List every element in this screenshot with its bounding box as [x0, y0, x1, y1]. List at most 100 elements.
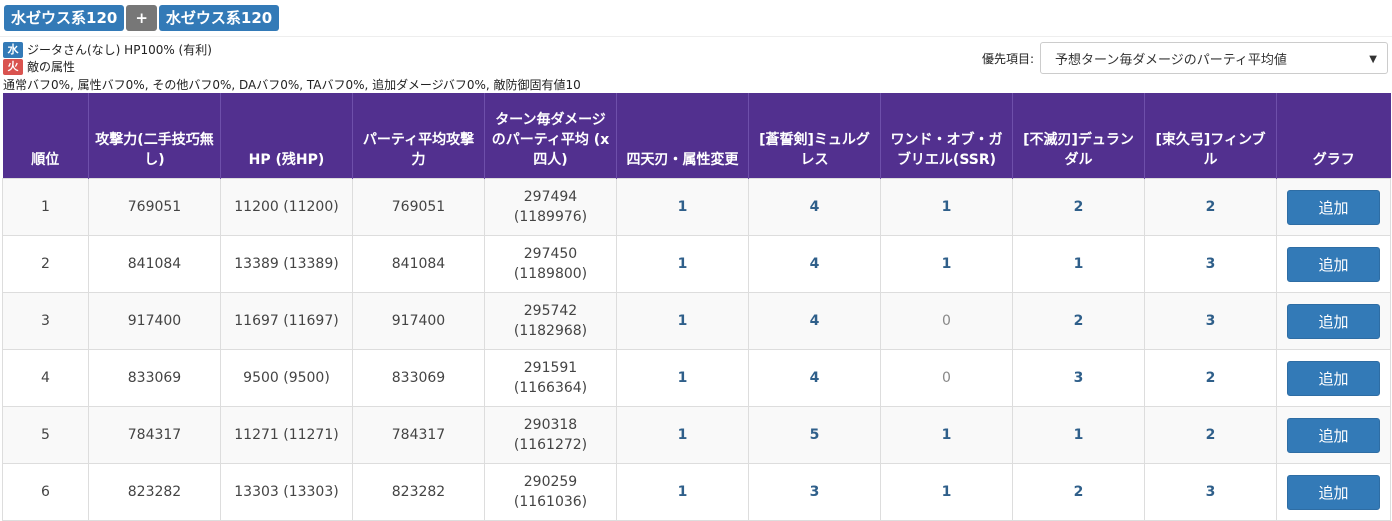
- table-row: 1 769051 11200 (11200) 769051 297494 (1189976…: [2, 178, 1391, 236]
- weapon-2-count: 5: [748, 406, 881, 464]
- attack-cell: 833069: [88, 349, 221, 407]
- header-rank[interactable]: 順位: [2, 93, 89, 179]
- enemy-row: 火 敵の属性: [3, 58, 212, 75]
- turn-damage-value: 291591: [523, 360, 578, 376]
- weapon-4-count: 2: [1012, 178, 1145, 236]
- rank-cell: 5: [2, 406, 89, 464]
- hp-cell: 13389 (13389): [220, 235, 353, 293]
- turn-damage-value: 295742: [523, 303, 578, 319]
- add-graph-button[interactable]: 追加: [1287, 360, 1380, 396]
- party-attack-cell: 833069: [352, 349, 485, 407]
- turn-damage-x4-value: (1189800): [513, 266, 588, 282]
- divider: [0, 36, 1392, 37]
- party-attack-cell: 769051: [352, 178, 485, 236]
- priority-control: 優先項目: 予想ターン毎ダメージのパーティ平均値 ▼: [982, 42, 1388, 74]
- turn-damage-value: 297494: [523, 189, 578, 205]
- weapon-3-count: 0: [880, 349, 1013, 407]
- rank-cell: 2: [2, 235, 89, 293]
- turn-damage-cell: 290259 (1161036): [484, 463, 617, 521]
- chevron-down-icon: ▼: [1369, 54, 1377, 65]
- hp-cell: 13303 (13303): [220, 463, 353, 521]
- attack-cell: 841084: [88, 235, 221, 293]
- condition-info: 水 ジータさん(なし) HP100% (有利) 火 敵の属性: [3, 41, 212, 75]
- summon-bar: 水ゼウス系120 + 水ゼウス系120: [4, 5, 280, 31]
- weapon-5-count: 3: [1144, 292, 1277, 350]
- party-attack-cell: 784317: [352, 406, 485, 464]
- turn-damage-x4-value: (1161272): [513, 437, 588, 453]
- table-header-row: 順位 攻撃力(二手技巧無し) HP (残HP) パーティ平均攻撃力 ターン毎ダメ…: [2, 93, 1391, 179]
- turn-damage-cell: 291591 (1166364): [484, 349, 617, 407]
- turn-damage-cell: 297450 (1189800): [484, 235, 617, 293]
- rank-cell: 6: [2, 463, 89, 521]
- add-graph-button[interactable]: 追加: [1287, 189, 1380, 225]
- weapon-3-count: 1: [880, 178, 1013, 236]
- weapon-1-count: 1: [616, 349, 749, 407]
- weapon-1-count: 1: [616, 235, 749, 293]
- weapon-1-count: 1: [616, 406, 749, 464]
- graph-cell: 追加: [1276, 178, 1391, 236]
- header-hp[interactable]: HP (残HP): [220, 93, 353, 179]
- enemy-text: 敵の属性: [27, 59, 76, 74]
- weapon-3-count: 1: [880, 406, 1013, 464]
- header-attack[interactable]: 攻撃力(二手技巧無し): [88, 93, 221, 179]
- turn-damage-x4-value: (1189976): [513, 209, 588, 225]
- priority-label: 優先項目:: [981, 51, 1034, 66]
- table-row: 5 784317 11271 (11271) 784317 290318 (1161272…: [2, 406, 1391, 464]
- add-graph-button[interactable]: 追加: [1287, 474, 1380, 510]
- weapon-2-count: 4: [748, 292, 881, 350]
- hp-cell: 11697 (11697): [220, 292, 353, 350]
- weapon-5-count: 2: [1144, 406, 1277, 464]
- weapon-4-count: 1: [1012, 235, 1145, 293]
- header-weapon-5[interactable]: [束久弓]フィンブル: [1144, 93, 1277, 179]
- table-row: 2 841084 13389 (13389) 841084 297450 (1189800…: [2, 235, 1391, 293]
- weapon-5-count: 3: [1144, 235, 1277, 293]
- add-graph-button[interactable]: 追加: [1287, 246, 1380, 282]
- weapon-3-count: 0: [880, 292, 1013, 350]
- summon-right-badge[interactable]: 水ゼウス系120: [158, 5, 280, 31]
- header-graph: グラフ: [1276, 93, 1391, 179]
- weapon-4-count: 3: [1012, 349, 1145, 407]
- hp-cell: 9500 (9500): [220, 349, 353, 407]
- attack-cell: 784317: [88, 406, 221, 464]
- party-attack-cell: 841084: [352, 235, 485, 293]
- weapon-4-count: 1: [1012, 406, 1145, 464]
- header-party-attack[interactable]: パーティ平均攻撃力: [352, 93, 485, 179]
- add-graph-button[interactable]: 追加: [1287, 303, 1380, 339]
- priority-select[interactable]: 予想ターン毎ダメージのパーティ平均値 ▼: [1040, 42, 1388, 74]
- attack-cell: 769051: [88, 178, 221, 236]
- weapon-1-count: 1: [616, 292, 749, 350]
- weapon-3-count: 1: [880, 235, 1013, 293]
- graph-cell: 追加: [1276, 463, 1391, 521]
- header-weapon-1[interactable]: 四天刃・属性変更: [616, 93, 749, 179]
- weapon-1-count: 1: [616, 463, 749, 521]
- turn-damage-x4-value: (1182968): [513, 323, 588, 339]
- turn-damage-value: 290318: [523, 417, 578, 433]
- turn-damage-cell: 295742 (1182968): [484, 292, 617, 350]
- attack-cell: 823282: [88, 463, 221, 521]
- attack-cell: 917400: [88, 292, 221, 350]
- summon-left-badge[interactable]: 水ゼウス系120: [4, 5, 125, 31]
- player-text: ジータさん(なし) HP100% (有利): [27, 42, 212, 57]
- header-turn-damage[interactable]: ターン毎ダメージのパーティ平均 (x四人): [484, 93, 617, 179]
- hp-cell: 11271 (11271): [220, 406, 353, 464]
- weapon-1-count: 1: [616, 178, 749, 236]
- turn-damage-x4-value: (1161036): [513, 494, 588, 510]
- weapon-5-count: 2: [1144, 349, 1277, 407]
- weapon-3-count: 1: [880, 463, 1013, 521]
- header-weapon-4[interactable]: [不滅刃]デュランダル: [1012, 93, 1145, 179]
- weapon-5-count: 2: [1144, 178, 1277, 236]
- header-weapon-2[interactable]: [蒼誓剣]ミュルグレス: [748, 93, 881, 179]
- header-weapon-3[interactable]: ワンド・オブ・ガブリエル(SSR): [880, 93, 1013, 179]
- result-table: 順位 攻撃力(二手技巧無し) HP (残HP) パーティ平均攻撃力 ターン毎ダメ…: [2, 93, 1391, 521]
- turn-damage-cell: 290318 (1161272): [484, 406, 617, 464]
- hp-cell: 11200 (11200): [220, 178, 353, 236]
- add-graph-button[interactable]: 追加: [1287, 417, 1380, 453]
- player-row: 水 ジータさん(なし) HP100% (有利): [3, 41, 212, 58]
- weapon-2-count: 4: [748, 178, 881, 236]
- table-row: 4 833069 9500 (9500) 833069 291591 (1166364) 1…: [2, 349, 1391, 407]
- rank-cell: 3: [2, 292, 89, 350]
- graph-cell: 追加: [1276, 406, 1391, 464]
- fire-element-badge: 火: [3, 58, 23, 75]
- table-row: 6 823282 13303 (13303) 823282 290259 (1161036…: [2, 463, 1391, 521]
- weapon-2-count: 4: [748, 349, 881, 407]
